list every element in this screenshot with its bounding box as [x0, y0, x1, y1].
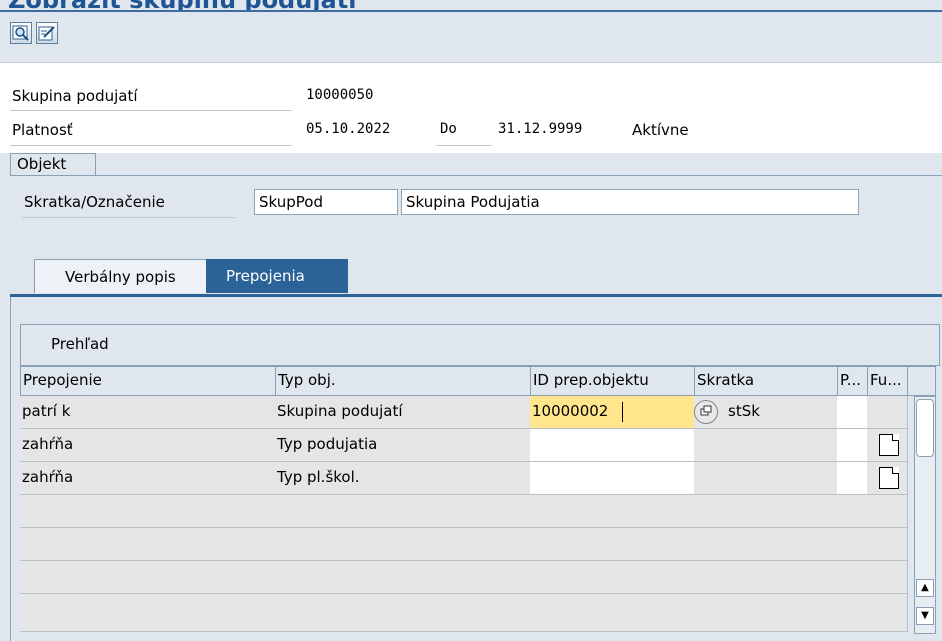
scroll-up-button[interactable]: ▲ [916, 579, 934, 597]
tab-relationships[interactable]: Prepojenia [206, 259, 348, 293]
long-name-input[interactable]: Skupina Podujatia [401, 189, 859, 215]
tabstrip: Verbálny popis Prepojenia [0, 243, 942, 296]
objekt-section-label: Objekt [17, 155, 67, 173]
group-label: Skupina podujatí [12, 87, 138, 105]
table-row-1-p[interactable] [837, 429, 868, 462]
table-row-3-id [530, 495, 695, 528]
table-row-6-type [275, 594, 531, 632]
column-header-abbreviation[interactable]: Skratka [694, 366, 838, 396]
table-row-2-type: Typ pl.škol. [275, 462, 531, 495]
valid-from-date: 05.10.2022 [306, 121, 391, 137]
column-config-button[interactable] [907, 366, 936, 396]
short-name-input[interactable]: SkupPod [254, 189, 398, 215]
vertical-scrollbar[interactable]: ▲ ▼ [914, 396, 936, 634]
table-row-5-id [530, 561, 695, 594]
table-row-5-p [837, 561, 868, 594]
header-area: Skupina podujatí 10000050 Platnosť 05.10… [0, 63, 942, 153]
valid-to-date: 31.12.9999 [498, 121, 583, 137]
table-row-4-relationship [20, 528, 276, 561]
status-text: Aktívne [632, 121, 689, 139]
to-label: Do [440, 121, 457, 137]
table-row-3-abbreviation [694, 495, 838, 528]
table-row-2-p[interactable] [837, 462, 868, 495]
value-help-icon[interactable] [694, 400, 718, 424]
column-header-object-type[interactable]: Typ obj. [275, 366, 531, 396]
document-icon[interactable] [879, 467, 899, 489]
title-bar: Zobraziť skupinu podujatí [0, 0, 942, 12]
table-row-6-abbreviation [694, 594, 838, 632]
table-row-6-relationship [20, 594, 276, 632]
table-row-3-p [837, 495, 868, 528]
table-row-1-relationship: zahŕňa [20, 429, 276, 462]
window-title: Zobraziť skupinu podujatí [8, 0, 356, 10]
table-row-4-abbreviation [694, 528, 838, 561]
table-row-4-p [837, 528, 868, 561]
table-row-2-abbreviation [694, 462, 838, 495]
application-toolbar [0, 12, 942, 63]
column-header-fu[interactable]: Fu... [867, 366, 908, 396]
group-value: 10000050 [306, 87, 374, 103]
text-caret [622, 402, 623, 422]
table-row-1-type: Typ podujatia [275, 429, 531, 462]
table-row-5-abbreviation [694, 561, 838, 594]
document-icon[interactable] [879, 434, 899, 456]
table-row-4-id [530, 528, 695, 561]
edit-object-button[interactable] [36, 22, 58, 44]
table-row-2-id-input[interactable] [530, 462, 695, 495]
display-object-icon [12, 25, 29, 41]
tab-verbal-description-label: Verbálny popis [65, 268, 176, 286]
tab-verbal-description[interactable]: Verbálny popis [34, 259, 214, 293]
table-row-6-p [837, 594, 868, 632]
short-text-label: Skratka/Označenie [24, 193, 165, 211]
table-row-0-fu [867, 396, 908, 429]
objekt-section-tab: Objekt [10, 153, 96, 175]
tab-relationships-label: Prepojenia [226, 267, 305, 285]
column-header-p[interactable]: P... [837, 366, 868, 396]
table-row-3-relationship [20, 495, 276, 528]
scrollbar-thumb[interactable] [916, 399, 934, 457]
table-row-4-fu [867, 528, 908, 561]
validity-label: Platnosť [12, 121, 73, 139]
table-row-0-relationship: patrí k [20, 396, 276, 429]
grid-title-bar: Prehľad [20, 324, 940, 366]
display-object-button[interactable] [10, 22, 32, 44]
table-row-1-abbreviation [694, 429, 838, 462]
table-row-3-fu [867, 495, 908, 528]
table-row-5-relationship [20, 561, 276, 594]
table-row-3-type [275, 495, 531, 528]
table-row-2-relationship: zahŕňa [20, 462, 276, 495]
table-row-5-fu [867, 561, 908, 594]
table-row-0-id-input[interactable]: 10000002 [530, 396, 695, 429]
table-row-0-p[interactable] [837, 396, 868, 429]
scroll-down-button[interactable]: ▼ [916, 607, 934, 625]
table-row-5-type [275, 561, 531, 594]
table-row-0-type: Skupina podujatí [275, 396, 531, 429]
column-header-related-id[interactable]: ID prep.objektu [530, 366, 695, 396]
table-row-1-id-input[interactable] [530, 429, 695, 462]
objekt-section: Objekt Skratka/Označenie SkupPod Skupina… [0, 153, 942, 243]
column-header-relationship[interactable]: Prepojenie [20, 366, 276, 396]
grid-title: Prehľad [51, 335, 109, 353]
table-row-4-type [275, 528, 531, 561]
edit-object-icon [38, 26, 55, 41]
table-row-6-id [530, 594, 695, 632]
table-row-6-fu [867, 594, 908, 632]
